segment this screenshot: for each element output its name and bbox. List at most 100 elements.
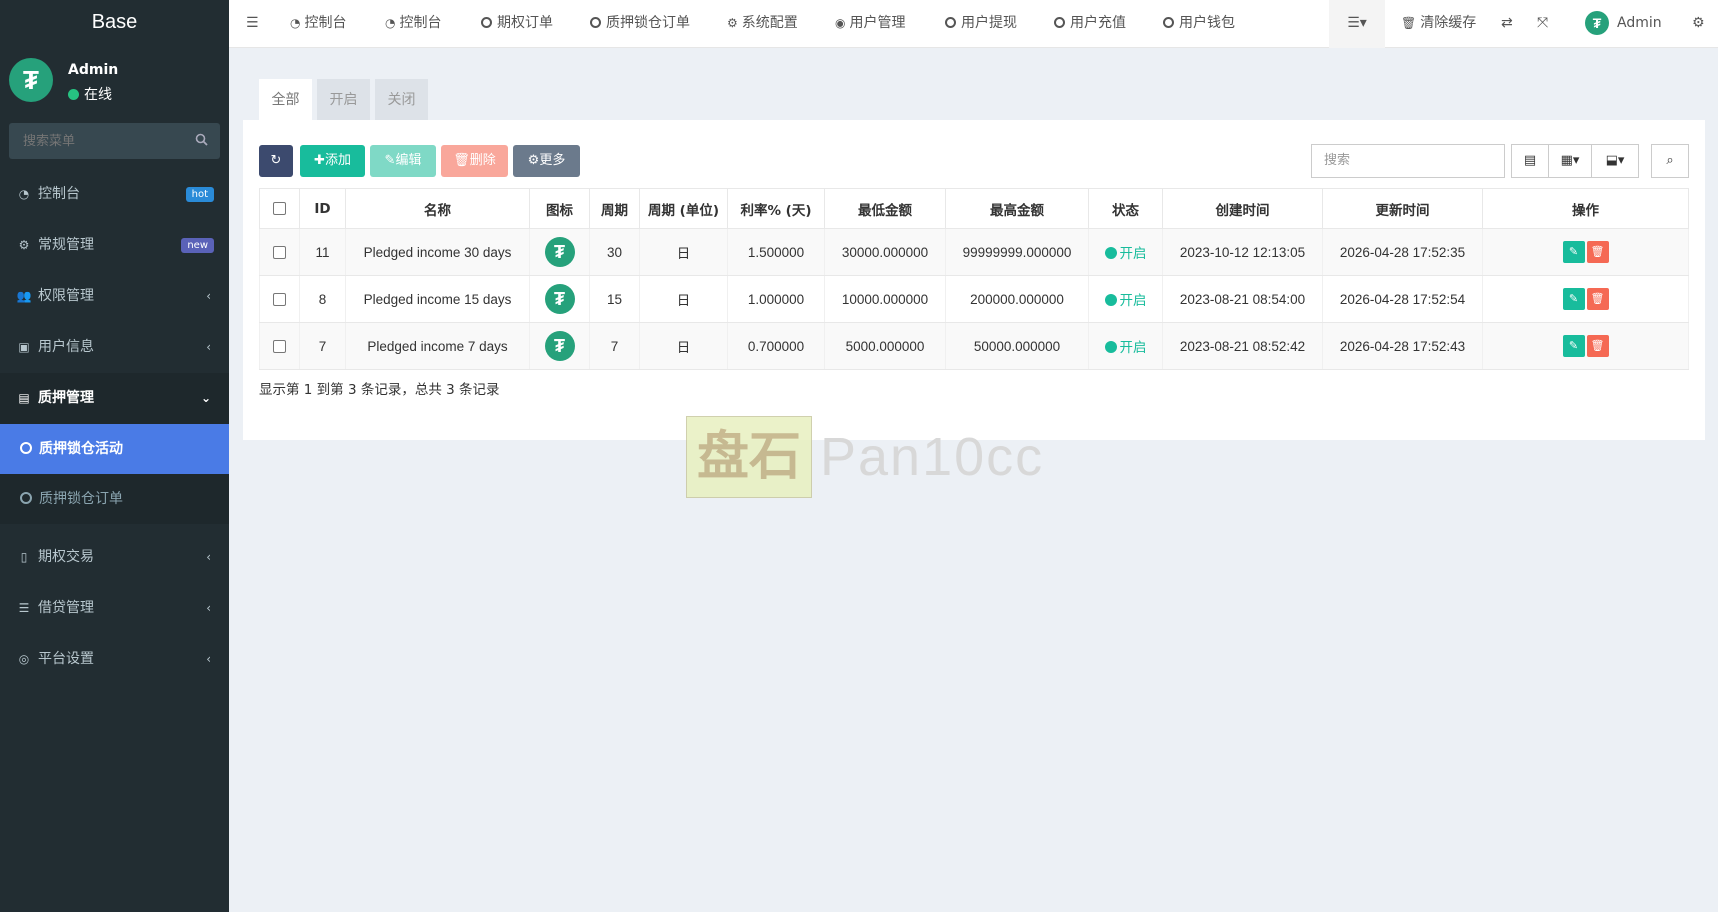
admin-label: Admin [1617, 15, 1662, 31]
sidebar-item-platform[interactable]: ◎ 平台设置 ‹ [0, 634, 229, 685]
select-all-checkbox[interactable] [273, 202, 286, 215]
chevron-left-icon: ‹ [206, 652, 211, 666]
nav-dashboard-1[interactable]: ◔ 控制台 [290, 0, 346, 48]
cell-status[interactable]: 开启 [1088, 228, 1163, 276]
col-status[interactable]: 状态 [1088, 188, 1163, 229]
tab-all[interactable]: 全部 [259, 79, 312, 120]
row-delete-button[interactable]: 🗑 [1586, 241, 1609, 263]
nav-option-orders[interactable]: 期权订单 [481, 0, 553, 48]
sidebar-item-label: 权限管理 [38, 288, 94, 304]
usdt-icon: ₮ [544, 284, 575, 314]
sidebar-item-label: 平台设置 [38, 651, 94, 667]
clear-cache-button[interactable]: 🗑 清除缓存 [1401, 0, 1476, 48]
export-button[interactable]: ⬓▾ [1591, 144, 1639, 178]
sidebar-item-options[interactable]: ▯ 期权交易 ‹ [0, 532, 229, 583]
col-cycle-unit[interactable]: 周期 (单位) [639, 188, 728, 229]
add-button[interactable]: ✚添加 [300, 145, 365, 177]
new-badge: new [181, 238, 214, 253]
filter-tabs: 全部 开启 关闭 [243, 78, 1705, 120]
nav-more-dropdown[interactable]: ☰▾ [1329, 0, 1385, 48]
nav-user-withdraw[interactable]: 用户提现 [945, 0, 1017, 48]
pledge-submenu: 质押锁仓活动 质押锁仓订单 [0, 424, 229, 524]
nav-user-recharge[interactable]: 用户充值 [1054, 0, 1126, 48]
row-edit-button[interactable]: ✎ [1562, 288, 1585, 310]
dashboard-icon: ◔ [385, 16, 396, 30]
admin-menu[interactable]: ₮ Admin [1585, 0, 1662, 48]
cell-unit: 日 [639, 275, 728, 323]
columns-button[interactable]: ▦▾ [1548, 144, 1592, 178]
nav-user-management[interactable]: ◉ 用户管理 [835, 0, 905, 48]
cell-cycle: 15 [589, 275, 640, 323]
refresh-button[interactable]: ↻ [259, 145, 293, 177]
row-checkbox[interactable] [273, 293, 286, 307]
table-search-input[interactable]: 搜索 [1311, 144, 1505, 178]
chevron-left-icon: ‹ [206, 340, 211, 354]
row-delete-button[interactable]: 🗑 [1586, 288, 1609, 310]
refresh-icon: ↻ [270, 153, 282, 168]
sidebar-subitem-pledge-activity[interactable]: 质押锁仓活动 [0, 424, 229, 474]
fullscreen-icon[interactable]: ⤧ [1537, 0, 1548, 48]
card-view-icon: ▤ [1523, 153, 1537, 168]
sidebar-subitem-pledge-order[interactable]: 质押锁仓订单 [0, 474, 229, 524]
sidebar-item-auth[interactable]: 👥 权限管理 ‹ [0, 271, 229, 322]
sidebar-item-label: 控制台 [38, 186, 80, 202]
list-icon: ☰ [18, 601, 30, 615]
delete-button[interactable]: 🗑删除 [441, 145, 508, 177]
menu-search-input[interactable] [9, 123, 179, 159]
nav-pledge-orders[interactable]: 质押锁仓订单 [590, 0, 690, 48]
cell-actions: ✎ 🗑 [1482, 275, 1689, 323]
cell-min: 30000.000000 [824, 228, 946, 276]
gear-icon: ⚙ [727, 16, 738, 30]
cell-created: 2023-08-21 08:54:00 [1162, 275, 1323, 323]
toggle-view-button[interactable]: ▤ [1511, 144, 1549, 178]
sidebar-item-loan[interactable]: ☰ 借贷管理 ‹ [0, 583, 229, 634]
settings-cogs-icon[interactable]: ⚙ [1692, 0, 1705, 48]
cell-rate: 1.000000 [727, 275, 825, 323]
sidebar-item-pledge[interactable]: ▤ 质押管理 ⌄ [0, 373, 229, 424]
col-min-amount[interactable]: 最低金额 [824, 188, 946, 229]
dashboard-icon: ◔ [290, 16, 301, 30]
sidebar-item-label: 期权交易 [38, 549, 94, 565]
row-checkbox[interactable] [273, 340, 286, 354]
table-row[interactable]: 7 Pledged income 7 days ₮ 7 日 0.700000 5… [259, 322, 1689, 370]
row-edit-button[interactable]: ✎ [1562, 241, 1585, 263]
col-max-amount[interactable]: 最高金额 [945, 188, 1089, 229]
nav-user-wallet[interactable]: 用户钱包 [1163, 0, 1235, 48]
status-dot-icon [1104, 247, 1117, 259]
table-row[interactable]: 11 Pledged income 30 days ₮ 30 日 1.50000… [259, 228, 1689, 276]
tab-disabled[interactable]: 关闭 [375, 79, 428, 120]
col-icon[interactable]: 图标 [529, 188, 590, 229]
sidebar-item-general[interactable]: ⚙ 常规管理 new [0, 220, 229, 271]
nav-dashboard-2[interactable]: ◔ 控制台 [385, 0, 441, 48]
col-id[interactable]: ID [299, 188, 346, 229]
col-rate[interactable]: 利率% (天) [727, 188, 825, 229]
more-button[interactable]: ⚙更多 [513, 145, 580, 177]
cell-id: 8 [299, 275, 346, 323]
col-created[interactable]: 创建时间 [1162, 188, 1323, 229]
row-edit-button[interactable]: ✎ [1562, 335, 1585, 357]
sidebar-toggle-icon[interactable]: ☰ [246, 0, 259, 48]
app-logo[interactable]: Base [0, 0, 229, 48]
top-navbar: ☰ ◔ 控制台 ◔ 控制台 期权订单 质押锁仓订单 ⚙ 系统配置 ◉ 用户管理 用户提现… [229, 0, 1718, 48]
cell-status[interactable]: 开启 [1088, 275, 1163, 323]
search-icon[interactable] [195, 133, 208, 150]
col-cycle[interactable]: 周期 [589, 188, 640, 229]
watermark-logo: 盘石 [686, 416, 812, 498]
circle-icon [945, 17, 956, 28]
table-row[interactable]: 8 Pledged income 15 days ₮ 15 日 1.000000… [259, 275, 1689, 323]
advanced-search-button[interactable]: ⌕ [1651, 144, 1689, 178]
cell-status[interactable]: 开启 [1088, 322, 1163, 370]
sidebar: Base ₮ Admin 在线 ◔控制台hot ⚙常规管理new 👥权限管理‹ … [0, 0, 229, 912]
row-checkbox[interactable] [273, 246, 286, 260]
cell-unit: 日 [639, 322, 728, 370]
col-updated[interactable]: 更新时间 [1322, 188, 1483, 229]
edit-button[interactable]: ✎编辑 [370, 145, 436, 177]
language-icon[interactable]: ⇄ [1501, 0, 1513, 48]
tab-enabled[interactable]: 开启 [317, 79, 370, 120]
nav-system-config[interactable]: ⚙ 系统配置 [727, 0, 798, 48]
target-icon: ◎ [18, 652, 30, 666]
sidebar-item-dashboard[interactable]: ◔ 控制台 hot [0, 169, 229, 220]
row-delete-button[interactable]: 🗑 [1586, 335, 1609, 357]
col-name[interactable]: 名称 [345, 188, 530, 229]
sidebar-item-userinfo[interactable]: ▣ 用户信息 ‹ [0, 322, 229, 373]
